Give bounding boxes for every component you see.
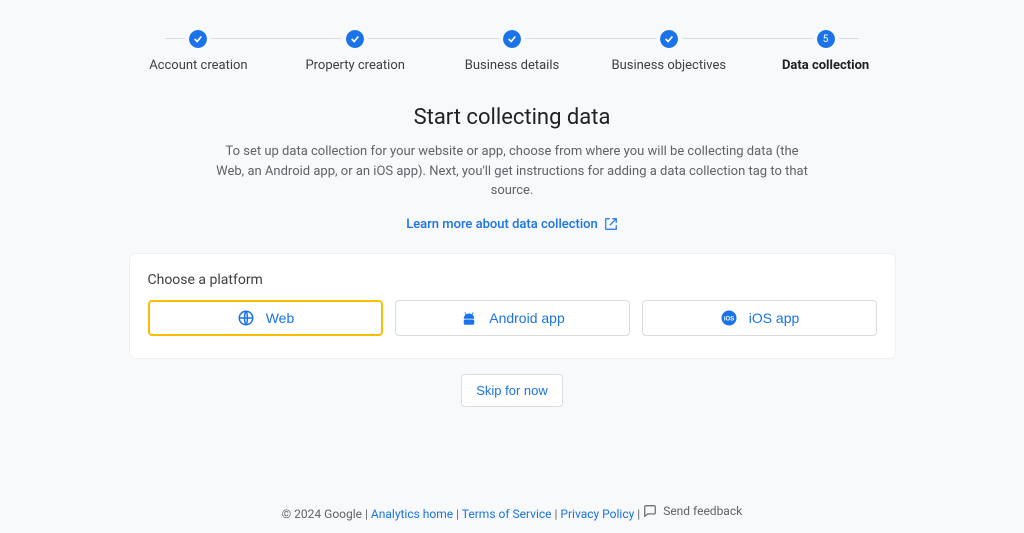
android-icon <box>459 308 479 328</box>
learn-more-link[interactable]: Learn more about data collection <box>406 217 618 232</box>
footer-feedback-link[interactable]: Send feedback <box>643 504 742 518</box>
svg-text:iOS: iOS <box>724 316 734 322</box>
step-business-details[interactable]: Business details <box>434 30 591 73</box>
main-content: Start collecting data To set up data col… <box>0 73 1024 407</box>
platform-ios-button[interactable]: iOS iOS app <box>642 300 877 336</box>
skip-button[interactable]: Skip for now <box>461 374 563 407</box>
step-label: Data collection <box>782 58 869 73</box>
platform-web-button[interactable]: Web <box>148 300 383 336</box>
platform-list: Web Android app iOS iOS <box>148 300 877 336</box>
step-label: Business details <box>465 58 559 73</box>
step-label: Business objectives <box>611 58 726 73</box>
web-icon <box>236 308 256 328</box>
footer-terms-link[interactable]: Terms of Service <box>462 507 552 521</box>
feedback-icon <box>643 504 657 518</box>
page-heading: Start collecting data <box>0 105 1024 130</box>
check-icon <box>503 30 521 48</box>
ios-icon: iOS <box>719 308 739 328</box>
step-label: Property creation <box>305 58 405 73</box>
step-number-icon: 5 <box>817 30 835 48</box>
platform-android-button[interactable]: Android app <box>395 300 630 336</box>
footer: © 2024 Google | Analytics home | Terms o… <box>0 504 1024 521</box>
footer-copyright: © 2024 Google <box>282 507 362 521</box>
footer-privacy-link[interactable]: Privacy Policy <box>560 507 634 521</box>
step-property-creation[interactable]: Property creation <box>277 30 434 73</box>
step-number: 5 <box>823 34 829 45</box>
step-label: Account creation <box>149 58 247 73</box>
step-account-creation[interactable]: Account creation <box>120 30 277 73</box>
platform-label: Web <box>266 310 295 326</box>
check-icon <box>189 30 207 48</box>
check-icon <box>346 30 364 48</box>
page-description: To set up data collection for your websi… <box>212 142 812 201</box>
step-data-collection[interactable]: 5 Data collection <box>747 30 904 73</box>
platform-label: Android app <box>489 310 565 326</box>
card-title: Choose a platform <box>148 272 877 288</box>
check-icon <box>660 30 678 48</box>
platform-card: Choose a platform Web <box>130 254 895 358</box>
external-link-icon <box>604 217 618 231</box>
feedback-label: Send feedback <box>663 504 742 518</box>
footer-analytics-home-link[interactable]: Analytics home <box>371 507 453 521</box>
learn-more-text: Learn more about data collection <box>406 217 598 232</box>
platform-label: iOS app <box>749 310 800 326</box>
stepper: Account creation Property creation Busin… <box>0 0 1024 73</box>
step-business-objectives[interactable]: Business objectives <box>590 30 747 73</box>
